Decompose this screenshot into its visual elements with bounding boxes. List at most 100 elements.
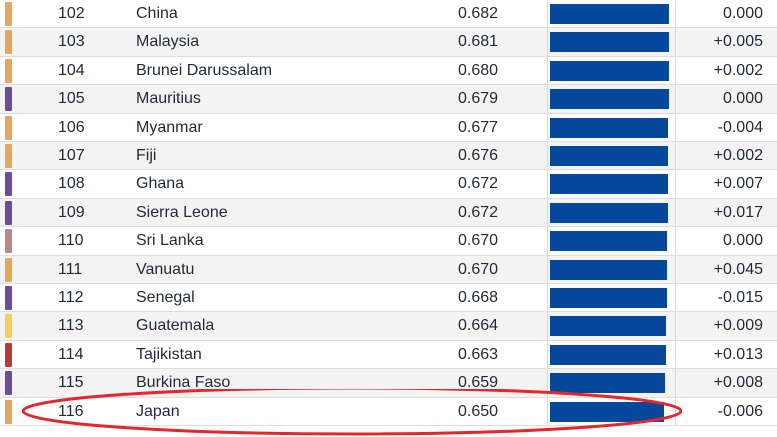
- score-bar-track: [547, 369, 676, 397]
- rank-value: 102: [58, 5, 85, 22]
- table-row-vanuatu: 111 Vanuatu 0.670 +0.045: [0, 255, 777, 284]
- score-bar: [550, 174, 668, 195]
- score-bar-track: [547, 85, 676, 113]
- table-row-tajikistan: 114 Tajikistan 0.663 +0.013: [0, 340, 777, 370]
- score-change: +0.017: [713, 203, 763, 221]
- table-row-china: 102 China 0.682 0.000: [0, 0, 777, 29]
- index-score: 0.663: [458, 345, 499, 363]
- score-bar: [550, 316, 666, 337]
- country-name: Sierra Leone: [136, 203, 228, 221]
- index-score: 0.682: [458, 5, 499, 22]
- region-accent: [5, 172, 12, 197]
- region-accent: [5, 371, 12, 396]
- index-score: 0.676: [458, 147, 499, 164]
- score-bar: [550, 202, 668, 223]
- region-accent: [5, 30, 12, 55]
- rank-value: 109: [58, 203, 85, 221]
- score-change: +0.002: [713, 147, 763, 164]
- country-name: Brunei Darussalam: [136, 61, 273, 79]
- region-accent: [5, 144, 12, 168]
- index-score: 0.664: [458, 317, 499, 335]
- score-bar: [550, 32, 669, 53]
- region-accent: [5, 87, 12, 112]
- score-bar: [550, 288, 667, 308]
- table-row-fiji: 107 Fiji 0.676 +0.002: [0, 142, 777, 171]
- score-bar-track: [547, 227, 676, 255]
- region-accent: [5, 200, 12, 225]
- index-score: 0.681: [458, 33, 499, 51]
- index-score: 0.668: [458, 289, 499, 306]
- rank-value: 110: [58, 232, 84, 250]
- region-accent: [5, 115, 12, 140]
- rank-value: 103: [58, 33, 85, 51]
- score-bar: [550, 4, 669, 24]
- score-bar-track: [547, 255, 676, 283]
- country-name: Mauritius: [136, 90, 201, 108]
- score-bar: [550, 89, 669, 110]
- country-name: Fiji: [136, 147, 157, 164]
- table-row-myanmar: 106 Myanmar 0.677 -0.004: [0, 113, 777, 142]
- country-name: Myanmar: [136, 118, 203, 136]
- table-row-burkina-faso: 115 Burkina Faso 0.659 +0.008: [0, 369, 777, 398]
- score-change: +0.007: [713, 175, 763, 193]
- score-change: -0.015: [717, 289, 763, 306]
- region-accent: [5, 58, 12, 83]
- country-name: Malaysia: [136, 33, 200, 51]
- rank-value: 116: [58, 402, 84, 420]
- table-row-mauritius: 105 Mauritius 0.679 0.000: [0, 85, 777, 114]
- table-row-sri-lanka: 110 Sri Lanka 0.670 0.000: [0, 227, 777, 256]
- index-score: 0.672: [458, 203, 499, 221]
- index-score: 0.659: [458, 374, 499, 392]
- score-bar: [550, 146, 668, 166]
- country-name: China: [136, 5, 178, 22]
- country-name: Sri Lanka: [136, 232, 204, 250]
- index-score: 0.670: [458, 232, 499, 250]
- region-accent: [5, 2, 12, 26]
- rank-value: 111: [58, 260, 83, 278]
- score-change: 0.000: [722, 5, 763, 22]
- score-bar-track: [547, 397, 676, 425]
- score-bar-track: [547, 198, 676, 227]
- table-row-guatemala: 113 Guatemala 0.664 +0.009: [0, 312, 777, 341]
- table-row-malaysia: 103 Malaysia 0.681 +0.005: [0, 28, 777, 57]
- rank-value: 112: [58, 289, 84, 306]
- index-score: 0.677: [458, 118, 499, 136]
- score-change: -0.006: [717, 402, 763, 420]
- score-bar: [550, 231, 667, 252]
- rank-value: 113: [58, 317, 84, 335]
- region-accent: [5, 286, 12, 310]
- region-accent: [5, 257, 12, 282]
- country-name: Senegal: [136, 289, 195, 306]
- score-bar: [550, 117, 668, 138]
- score-bar: [550, 259, 667, 280]
- rank-value: 114: [58, 345, 84, 363]
- rank-value: 104: [58, 61, 85, 79]
- score-bar-track: [547, 56, 676, 85]
- score-change: -0.004: [717, 118, 763, 136]
- score-change: +0.009: [713, 317, 763, 335]
- score-bar: [550, 373, 665, 394]
- score-bar-track: [547, 284, 676, 312]
- score-bar-track: [547, 312, 676, 340]
- score-change: +0.013: [713, 345, 763, 363]
- rank-value: 106: [58, 118, 85, 136]
- table-row-sierra-leone: 109 Sierra Leone 0.672 +0.017: [0, 198, 777, 228]
- rank-value: 115: [58, 374, 84, 392]
- score-bar-track: [547, 113, 676, 141]
- table-row-japan: 116 Japan 0.650 -0.006: [0, 397, 777, 426]
- score-change: 0.000: [722, 232, 763, 250]
- score-bar-track: [547, 0, 676, 28]
- rank-value: 108: [58, 175, 85, 193]
- score-bar-track: [547, 170, 676, 198]
- country-name: Guatemala: [136, 317, 215, 335]
- country-name: Tajikistan: [136, 345, 202, 363]
- ranking-table: 102 China 0.682 0.000 103 Malaysia 0.681 +0.005…: [0, 0, 777, 430]
- region-accent: [5, 342, 12, 367]
- country-name: Ghana: [136, 175, 185, 193]
- country-name: Japan: [136, 402, 180, 420]
- index-score: 0.670: [458, 260, 499, 278]
- rank-value: 105: [58, 90, 85, 108]
- index-score: 0.679: [458, 90, 499, 108]
- score-change: 0.000: [722, 90, 763, 108]
- score-change: +0.008: [713, 374, 763, 392]
